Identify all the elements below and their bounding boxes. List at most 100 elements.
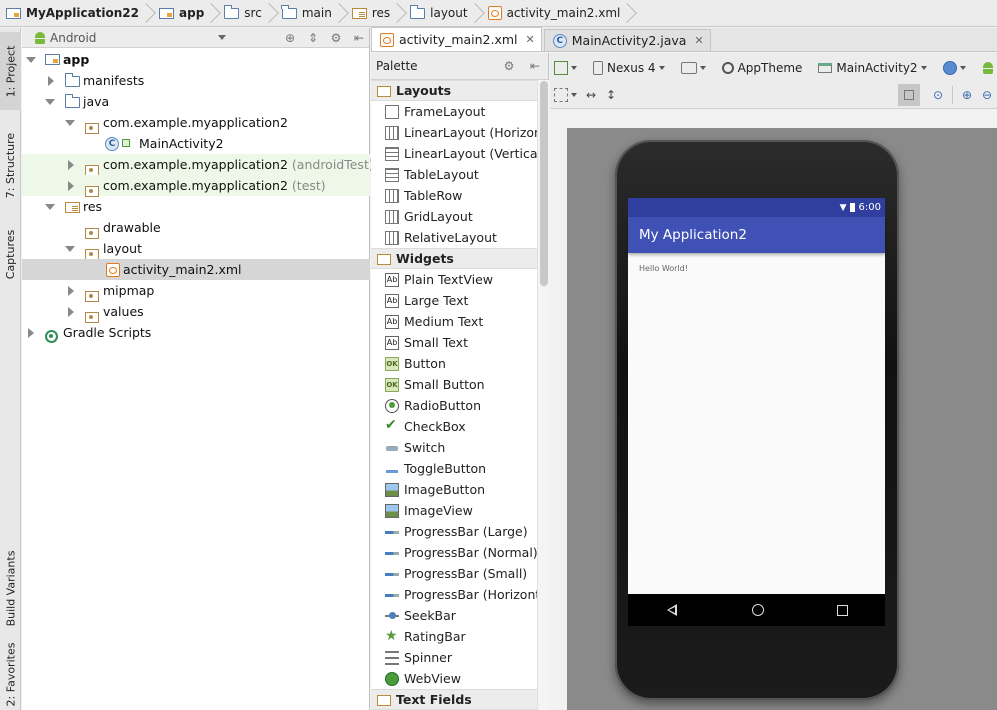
tree-node-activity-main2-xml[interactable]: activity_main2.xml [22,259,370,280]
theme-button[interactable]: AppTheme [718,58,807,78]
zoom-out-button[interactable]: ⊖ [977,85,997,105]
tool-tab-project[interactable]: 1: Project [0,32,21,110]
activity-dropdown[interactable]: MainActivity2 [814,58,930,78]
fit-width-button[interactable]: ↔ [581,85,601,105]
api-level-dropdown[interactable]: 23 [978,58,997,78]
device-screen-preview[interactable]: ▼ 6:00 My Application2 Hello World! [628,198,885,626]
gear-icon[interactable]: ⚙ [330,32,342,44]
palette-item-linearlayout-horizontal[interactable]: LinearLayout (Horizontal) [371,122,537,143]
hide-pane-icon[interactable]: ⇤ [353,32,365,44]
palette-category-text-fields[interactable]: Text Fields [371,689,537,710]
palette-item-progressbar-small[interactable]: ProgressBar (Small) [371,563,537,584]
palette-scrollbar[interactable] [537,80,549,710]
tree-node-java[interactable]: java [22,91,370,112]
tool-tab-favorites[interactable]: 2: Favorites [0,638,21,710]
palette-item-small-text[interactable]: Ab Small Text [371,332,537,353]
tree-node-drawable[interactable]: drawable [22,217,370,239]
home-icon[interactable] [751,604,764,616]
expand-arrow-icon[interactable] [45,97,55,107]
tab-mainactivity2-java[interactable]: C MainActivity2.java ✕ [543,29,711,51]
config-file-button[interactable] [550,58,581,78]
tree-node-manifests[interactable]: manifests [22,70,370,91]
breadcrumb-file[interactable]: activity_main2.xml [487,0,641,27]
palette-category-widgets[interactable]: Widgets [371,248,537,269]
palette-item-webview[interactable]: WebView [371,668,537,689]
palette-item-plain-textview[interactable]: Ab Plain TextView [371,269,537,290]
collapse-arrow-icon[interactable] [26,328,36,338]
breadcrumb-src[interactable]: src [223,0,282,27]
palette-item-framelayout[interactable]: FrameLayout [371,101,537,122]
layout-options-button[interactable] [550,85,581,105]
zoom-to-fit-button[interactable] [898,83,920,106]
scroll-to-source-icon[interactable]: ⊕ [284,32,296,44]
expand-arrow-icon[interactable] [45,202,55,212]
palette-category-layouts[interactable]: Layouts [371,80,537,101]
tree-node-package-main[interactable]: com.example.myapplication2 [22,112,370,134]
palette-item-relativelayout[interactable]: RelativeLayout [371,227,537,248]
tree-node-package-androidtest[interactable]: com.example.myapplication2 (androidTest) [22,154,374,176]
palette-item-seekbar[interactable]: SeekBar [371,605,537,626]
palette-item-tablelayout[interactable]: TableLayout [371,164,537,185]
breadcrumb-main[interactable]: main [281,0,352,27]
collapse-arrow-icon[interactable] [66,181,76,191]
zoom-actual-button[interactable]: ⊙ [928,85,948,105]
device-dropdown[interactable]: Nexus 4 [589,58,669,78]
palette-item-imagebutton[interactable]: ImageButton [371,479,537,500]
close-icon[interactable]: ✕ [694,34,703,47]
palette-item-progressbar-horizontal[interactable]: ProgressBar (Horizontal) [371,584,537,605]
expand-arrow-icon[interactable] [65,118,75,128]
tool-tab-build-variants[interactable]: Build Variants [0,540,21,636]
tab-activity-main2-xml[interactable]: activity_main2.xml ✕ [371,27,542,51]
palette-item-imageview[interactable]: ImageView [371,500,537,521]
tree-node-mipmap[interactable]: mipmap [22,280,370,302]
tree-node-layout[interactable]: layout [22,238,370,260]
palette-item-medium-text[interactable]: Ab Medium Text [371,311,537,332]
palette-item-spinner[interactable]: Spinner [371,647,537,668]
palette-item-linearlayout-vertical[interactable]: LinearLayout (Vertical) [371,143,537,164]
palette-item-togglebutton[interactable]: ToggleButton [371,458,537,479]
hide-pane-icon[interactable]: ⇤ [529,60,541,72]
scrollbar-thumb[interactable] [540,81,548,286]
tree-node-gradle-scripts[interactable]: Gradle Scripts [22,322,370,343]
palette-item-switch[interactable]: Switch [371,437,537,458]
palette-item-small-button[interactable]: OK Small Button [371,374,537,395]
collapse-arrow-icon[interactable] [66,286,76,296]
expand-arrow-icon[interactable] [26,55,36,65]
collapse-all-icon[interactable]: ⇕ [307,32,319,44]
breadcrumb-layout[interactable]: layout [409,0,487,27]
tree-node-mainactivity2[interactable]: C MainActivity2 [22,133,370,154]
tool-tab-captures[interactable]: Captures [0,218,21,290]
breadcrumb-project[interactable]: MyApplication22 [6,0,159,27]
palette-item-gridlayout[interactable]: GridLayout [371,206,537,227]
project-view-dropdown[interactable]: Android [28,29,226,47]
fit-height-button[interactable]: ↕ [601,85,621,105]
palette-item-ratingbar[interactable]: RatingBar [371,626,537,647]
palette-item-tablerow[interactable]: TableRow [371,185,537,206]
hello-world-textview[interactable]: Hello World! [639,264,688,273]
palette-item-large-text[interactable]: Ab Large Text [371,290,537,311]
recents-icon[interactable] [837,604,849,616]
orientation-dropdown[interactable] [677,58,710,78]
palette-item-checkbox[interactable]: CheckBox [371,416,537,437]
palette-item-button[interactable]: OK Button [371,353,537,374]
tool-tab-structure[interactable]: 7: Structure [0,116,21,214]
tree-node-app[interactable]: app [22,49,370,70]
app-bar[interactable]: My Application2 [628,217,885,253]
collapse-arrow-icon[interactable] [66,160,76,170]
palette-item-progressbar-large[interactable]: ProgressBar (Large) [371,521,537,542]
palette-item-radiobutton[interactable]: RadioButton [371,395,537,416]
tree-node-package-test[interactable]: com.example.myapplication2 (test) [22,175,370,197]
palette-item-progressbar-normal[interactable]: ProgressBar (Normal) [371,542,537,563]
breadcrumb-res[interactable]: res [351,0,410,27]
collapse-arrow-icon[interactable] [66,307,76,317]
locale-dropdown[interactable] [939,58,970,78]
breadcrumb-module[interactable]: app [159,0,224,27]
expand-arrow-icon[interactable] [65,244,75,254]
zoom-in-button[interactable]: ⊕ [957,85,977,105]
close-icon[interactable]: ✕ [526,33,535,46]
back-icon[interactable] [665,603,679,617]
gear-icon[interactable]: ⚙ [503,60,515,72]
tree-node-values[interactable]: values [22,301,370,323]
collapse-arrow-icon[interactable] [46,76,56,86]
tree-node-res[interactable]: res [22,196,370,217]
